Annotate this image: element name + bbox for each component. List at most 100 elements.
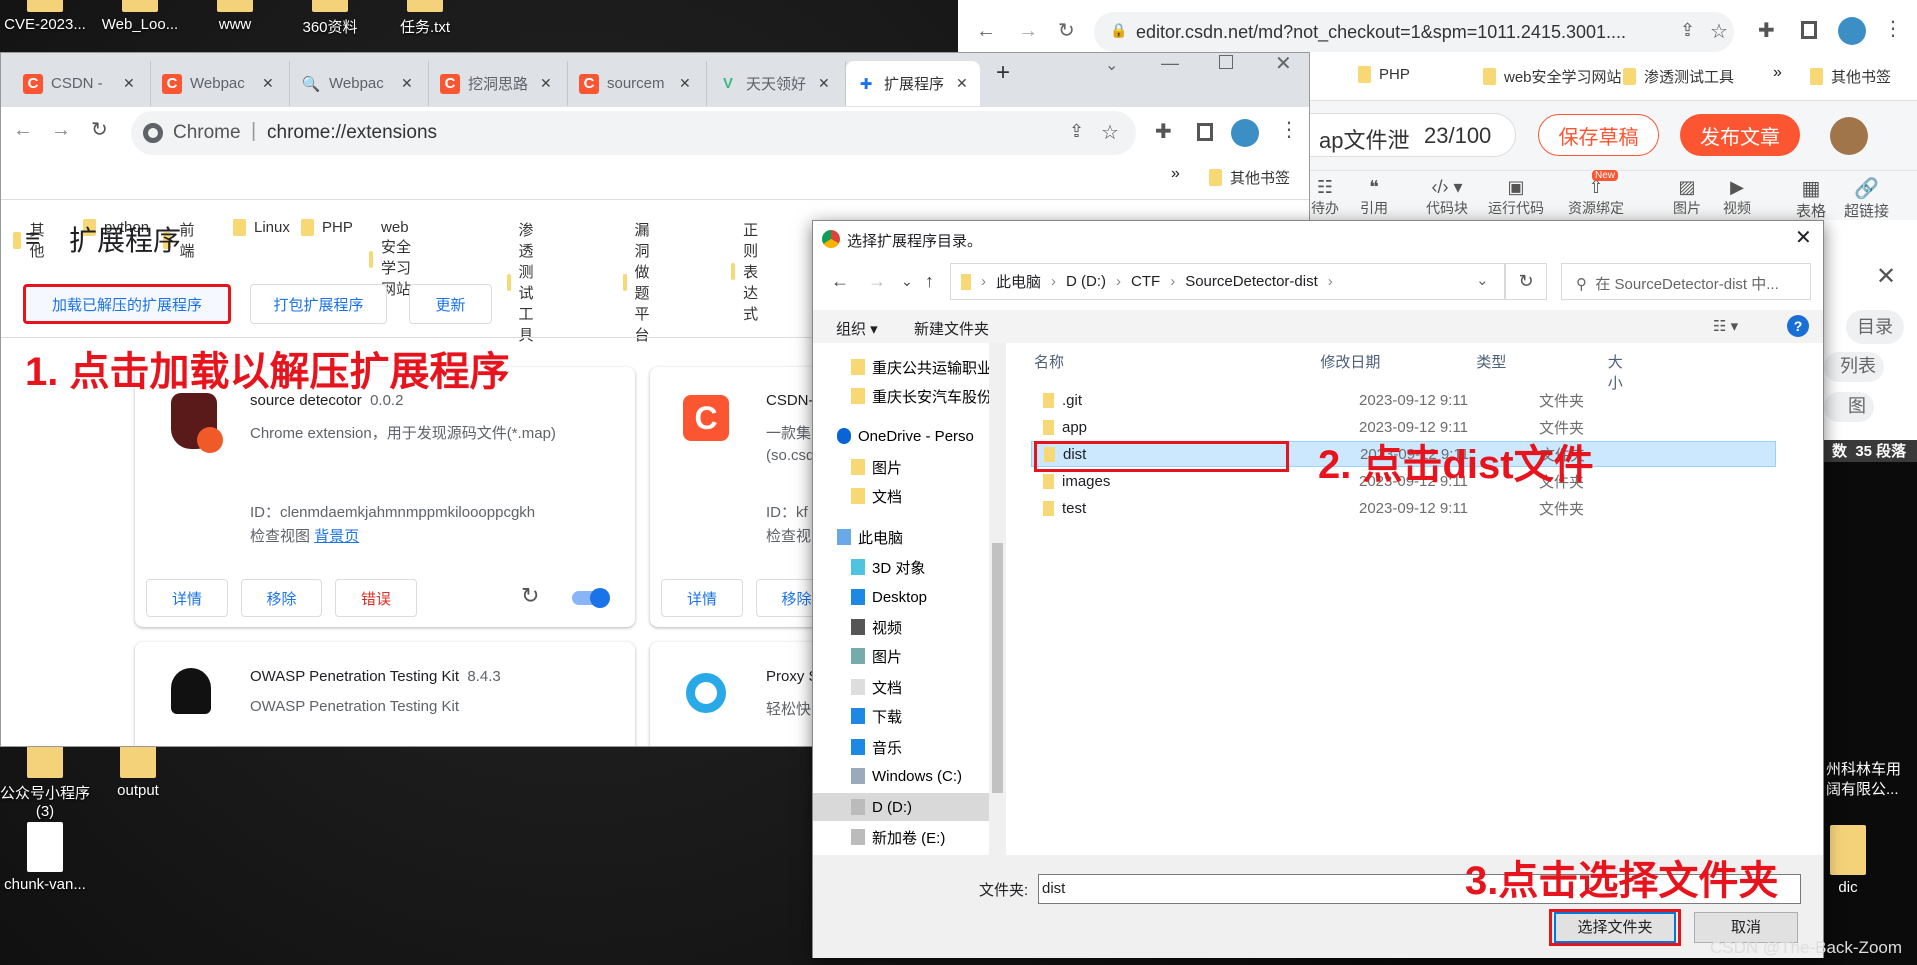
save-draft-button[interactable]: 保存草稿	[1538, 114, 1659, 156]
avatar[interactable]	[1838, 17, 1866, 45]
nav-item[interactable]: 重庆公共运输职业	[813, 353, 989, 381]
toc-item[interactable]: 图	[1824, 392, 1874, 422]
file-row[interactable]: .git 2023-09-12 9:11 文件夹	[1031, 387, 1776, 413]
toc-item[interactable]: 列表	[1824, 352, 1884, 382]
toolbar-resource[interactable]: ⇧ 资源绑定 New	[1568, 170, 1624, 218]
maximize-button[interactable]	[1219, 55, 1233, 69]
nav-item[interactable]: 此电脑	[813, 523, 989, 551]
view-options-icon[interactable]: ☷ ▾	[1713, 317, 1738, 335]
tab[interactable]: C Webpac ✕	[152, 61, 290, 106]
back-icon[interactable]: ←	[13, 119, 33, 142]
publish-button[interactable]: 发布文章	[1680, 114, 1800, 156]
close-tab-icon[interactable]: ✕	[262, 75, 274, 92]
remove-button[interactable]: 移除	[241, 579, 322, 617]
reload-extension-icon[interactable]: ↻	[521, 583, 539, 609]
tab[interactable]: C CSDN - ✕	[13, 61, 151, 106]
nav-item[interactable]: 音乐	[813, 733, 989, 761]
toolbar-todo[interactable]: ☷ 待办	[1311, 176, 1339, 218]
star-icon[interactable]: ☆	[1710, 19, 1728, 44]
bookmark[interactable]: 渗透测试工具	[1623, 66, 1734, 87]
pack-extension-button[interactable]: 打包扩展程序	[250, 284, 387, 324]
address-bar[interactable]: 🔒 editor.csdn.net/md?not_checkout=1&spm=…	[1094, 12, 1734, 52]
update-button[interactable]: 更新	[409, 284, 492, 324]
tab[interactable]: ✚ 扩展程序 ✕	[846, 61, 980, 106]
extensions-icon[interactable]: ✚	[1155, 119, 1172, 144]
desktop-icon[interactable]: www	[190, 0, 280, 33]
organize-menu[interactable]: 组织 ▾	[836, 318, 878, 339]
close-icon[interactable]: ✕	[1876, 262, 1896, 291]
bookmark[interactable]: 正则表达式	[731, 219, 767, 324]
bookmark[interactable]: 漏洞做题平台	[623, 219, 659, 345]
close-tab-icon[interactable]: ✕	[401, 75, 413, 92]
errors-button[interactable]: 错误	[335, 579, 417, 617]
tab[interactable]: V 天天领好 ✕	[708, 61, 846, 106]
share-icon[interactable]: ⇪	[1069, 121, 1084, 142]
forward-icon[interactable]: →	[868, 271, 886, 292]
forward-icon[interactable]: →	[1018, 20, 1038, 43]
details-button[interactable]: 详情	[661, 579, 743, 617]
nav-item[interactable]: 文档	[813, 673, 989, 701]
sidebar-scrollbar[interactable]	[989, 343, 1006, 855]
tab[interactable]: 🔍 Webpac ✕	[291, 61, 429, 106]
breadcrumb-item[interactable]: CTF	[1131, 273, 1160, 290]
toolbar-image[interactable]: ▨ 图片	[1673, 176, 1701, 218]
nav-item[interactable]: 3D 对象	[813, 553, 989, 581]
nav-item[interactable]: 下载	[813, 702, 989, 730]
back-icon[interactable]: ←	[831, 271, 849, 292]
desktop-icon[interactable]: Web_Loo...	[95, 0, 185, 33]
tab-search-icon[interactable]: ⌄	[1105, 55, 1118, 75]
up-icon[interactable]: ↑	[925, 271, 934, 292]
nav-item[interactable]: 新加卷 (E:)	[813, 823, 989, 851]
breadcrumb[interactable]: › 此电脑 › D (D:) › CTF › SourceDetector-dist ›…	[950, 263, 1505, 300]
reload-icon[interactable]: ↻	[91, 117, 108, 142]
other-bookmarks[interactable]: 其他书签	[1810, 66, 1891, 87]
toolbar-video[interactable]: ▶ 视频	[1723, 176, 1751, 218]
nav-item[interactable]: 文档	[813, 482, 989, 510]
menu-icon[interactable]: ⋮	[1883, 16, 1903, 41]
toolbar-code-block[interactable]: ‹/› ▾ 代码块	[1426, 176, 1468, 218]
nav-item[interactable]: Windows (C:)	[813, 762, 989, 790]
nav-item[interactable]: Desktop	[813, 583, 989, 611]
star-icon[interactable]: ☆	[1101, 120, 1119, 145]
desktop-icon[interactable]: 公众号小程序 (3)	[0, 738, 90, 820]
nav-item[interactable]: 图片	[813, 453, 989, 481]
breadcrumb-item[interactable]: D (D:)	[1066, 273, 1106, 290]
menu-icon[interactable]: ⋮	[1279, 117, 1299, 142]
close-tab-icon[interactable]: ✕	[818, 75, 830, 92]
refresh-button[interactable]: ↻	[1505, 263, 1547, 300]
toolbar-table[interactable]: ▦ 表格	[1796, 178, 1826, 221]
reload-icon[interactable]: ↻	[1058, 18, 1075, 43]
breadcrumb-item[interactable]: 此电脑	[996, 271, 1041, 292]
close-tab-icon[interactable]: ✕	[956, 75, 968, 92]
bookmark[interactable]: PHP	[301, 219, 353, 236]
enable-toggle[interactable]	[572, 588, 610, 608]
sidebar-icon[interactable]	[1801, 21, 1817, 39]
desktop-icon[interactable]: 360资料	[285, 0, 375, 37]
minimize-button[interactable]: —	[1161, 53, 1179, 74]
bookmark[interactable]: 渗透测试工具	[507, 219, 543, 345]
bookmark[interactable]: web安全学习网站	[1483, 66, 1622, 87]
new-folder-button[interactable]: 新建文件夹	[914, 318, 989, 339]
close-tab-icon[interactable]: ✕	[679, 75, 691, 92]
avatar[interactable]	[1231, 119, 1259, 147]
menu-hamburger-icon[interactable]: ≡	[25, 223, 40, 254]
close-tab-icon[interactable]: ✕	[540, 75, 552, 92]
nav-item[interactable]: 图片	[813, 642, 989, 670]
bookmark[interactable]: Linux	[233, 219, 290, 236]
other-bookmarks[interactable]: 其他书签	[1209, 167, 1290, 188]
desktop-icon[interactable]: chunk-van...	[0, 822, 90, 893]
nav-item[interactable]: 视频	[813, 613, 989, 641]
forward-icon[interactable]: →	[51, 119, 71, 142]
back-icon[interactable]: ←	[976, 20, 996, 43]
desktop-icon[interactable]: CVE-2023...	[0, 0, 90, 33]
breadcrumb-item[interactable]: SourceDetector-dist	[1185, 273, 1318, 290]
address-bar[interactable]: Chrome | chrome://extensions ⇪ ☆	[131, 111, 1136, 155]
new-tab-button[interactable]: +	[996, 59, 1010, 87]
help-icon[interactable]: ?	[1787, 315, 1809, 337]
toolbar-quote[interactable]: ❝ 引用	[1360, 176, 1388, 218]
load-unpacked-button[interactable]: 加载已解压的扩展程序	[23, 284, 231, 324]
search-input[interactable]: ⚲ 在 SourceDetector-dist 中...	[1561, 263, 1811, 300]
bookmarks-more[interactable]: »	[1171, 165, 1180, 183]
nav-item[interactable]: D (D:)	[813, 793, 989, 821]
desktop-icon[interactable]: 任务.txt	[380, 0, 470, 37]
